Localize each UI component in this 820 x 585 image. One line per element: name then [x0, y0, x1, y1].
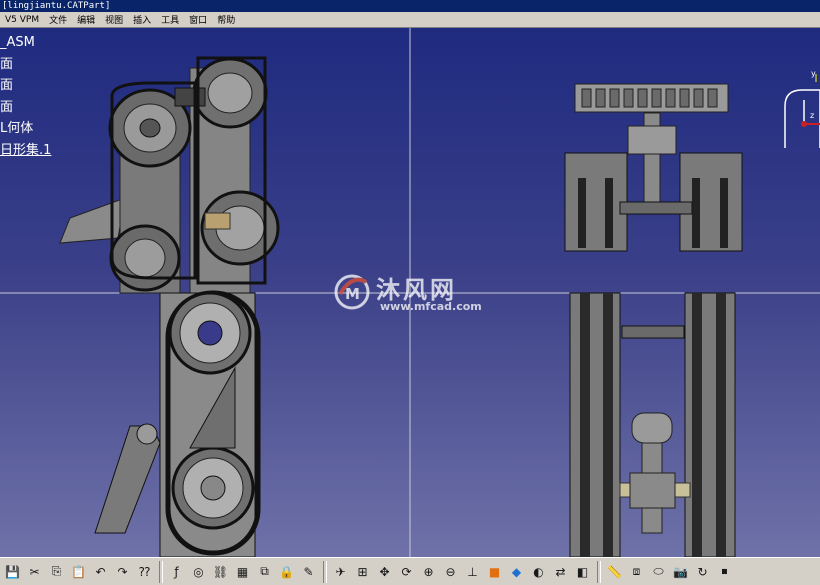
menu-insert[interactable]: 插入 — [128, 13, 156, 26]
isometric-view — [59, 56, 280, 294]
svg-text:M: M — [345, 285, 360, 303]
normal-view-icon[interactable]: ⊥ — [462, 561, 483, 583]
capture-icon[interactable]: 📷 — [670, 561, 691, 583]
sketch-icon[interactable]: ✎ — [298, 561, 319, 583]
menu-v5vpm[interactable]: V5 VPM — [0, 15, 44, 25]
compass-z-label: z — [810, 111, 814, 120]
fly-icon[interactable]: ✈ — [330, 561, 351, 583]
stop-icon[interactable]: ⏹ — [714, 561, 735, 583]
tree-item-geometric-set[interactable]: 日形集.1 — [0, 140, 51, 162]
watermark: M 沐风网 www.mfcad.com — [330, 268, 500, 338]
zoom-in-icon[interactable]: ⊕ — [418, 561, 439, 583]
pan-icon[interactable]: ✥ — [374, 561, 395, 583]
toolbar-separator — [159, 560, 163, 583]
watermark-logo-icon: M — [334, 274, 370, 310]
swap-visible-icon[interactable]: ⇄ — [550, 561, 571, 583]
front-view — [564, 83, 743, 252]
copy-icon[interactable]: ⎘ — [46, 561, 67, 583]
shading-icon[interactable]: ■ — [484, 561, 505, 583]
tree-item-plane-xy[interactable]: 面 — [0, 54, 51, 76]
top-view — [569, 292, 736, 557]
update-icon[interactable]: ↻ — [692, 561, 713, 583]
toolbar-separator — [323, 560, 327, 583]
3d-viewport[interactable]: _ASM 面 面 面 L何体 日形集.1 M 沐风网 www.mfcad.com… — [0, 28, 820, 557]
compass-y-label: y — [811, 69, 816, 78]
side-view — [94, 290, 261, 557]
undo-icon[interactable]: ↶ — [90, 561, 111, 583]
iso-view-icon[interactable]: ◆ — [506, 561, 527, 583]
bottom-toolbar: 💾 ✂ ⎘ 📋 ↶ ↷ ⁇ ƒ ◎ ⛓ ▦ ⧉ 🔒 ✎ ✈ ⊞ ✥ ⟳ ⊕ ⊖ … — [0, 557, 820, 585]
chain-icon[interactable]: ⛓ — [210, 561, 231, 583]
knowledge-icon[interactable]: ◎ — [188, 561, 209, 583]
window-title: [lingjiantu.CATPart] — [2, 1, 111, 11]
catalog-icon[interactable]: ⧈ — [626, 561, 647, 583]
hide-show-icon[interactable]: ◐ — [528, 561, 549, 583]
zoom-out-icon[interactable]: ⊖ — [440, 561, 461, 583]
cut-icon[interactable]: ✂ — [24, 561, 45, 583]
table-icon[interactable]: ▦ — [232, 561, 253, 583]
menu-bar: V5 VPM 文件 编辑 视图 插入 工具 窗口 帮助 — [0, 12, 820, 28]
redo-icon[interactable]: ↷ — [112, 561, 133, 583]
menu-file[interactable]: 文件 — [44, 13, 72, 26]
whats-this-icon[interactable]: ⁇ — [134, 561, 155, 583]
paste-icon[interactable]: 📋 — [68, 561, 89, 583]
menu-window[interactable]: 窗口 — [184, 13, 212, 26]
formula-icon[interactable]: ƒ — [166, 561, 187, 583]
window-title-bar: [lingjiantu.CATPart] — [0, 0, 820, 12]
toolbar-separator — [597, 560, 601, 583]
compass-widget[interactable]: y z — [782, 68, 820, 148]
hierarchy-icon[interactable]: ⧉ — [254, 561, 275, 583]
menu-help[interactable]: 帮助 — [212, 13, 240, 26]
lock-icon[interactable]: 🔒 — [276, 561, 297, 583]
compass-icon: y z — [784, 69, 820, 148]
render-icon[interactable]: ◧ — [572, 561, 593, 583]
specification-tree: _ASM 面 面 面 L何体 日形集.1 — [0, 32, 51, 161]
tree-item-asm[interactable]: _ASM — [0, 32, 51, 54]
tree-item-plane-zx[interactable]: 面 — [0, 97, 51, 119]
material-icon[interactable]: ⬭ — [648, 561, 669, 583]
menu-view[interactable]: 视图 — [100, 13, 128, 26]
menu-tools[interactable]: 工具 — [156, 13, 184, 26]
tree-item-plane-yz[interactable]: 面 — [0, 75, 51, 97]
watermark-url: www.mfcad.com — [380, 300, 482, 313]
rotate-icon[interactable]: ⟳ — [396, 561, 417, 583]
tree-item-part-body[interactable]: L何体 — [0, 118, 51, 140]
measure-icon[interactable]: 📏 — [604, 561, 625, 583]
fit-all-icon[interactable]: ⊞ — [352, 561, 373, 583]
menu-edit[interactable]: 编辑 — [72, 13, 100, 26]
save-icon[interactable]: 💾 — [2, 561, 23, 583]
